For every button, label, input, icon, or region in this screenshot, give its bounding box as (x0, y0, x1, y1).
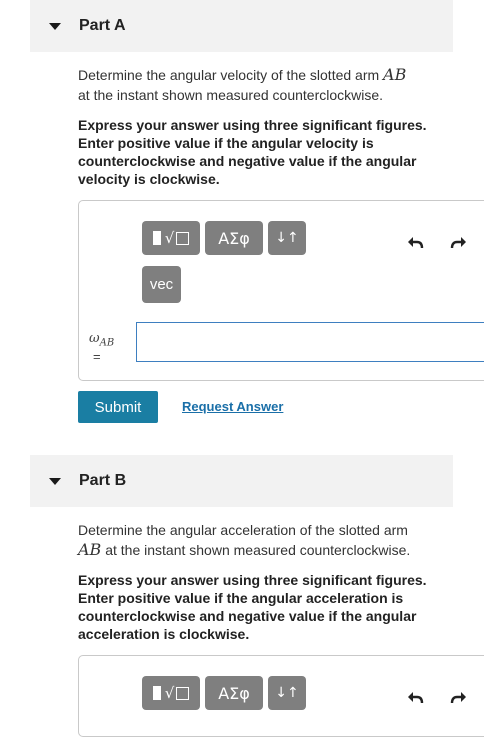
square-icon (152, 686, 161, 700)
redo-icon[interactable] (450, 688, 468, 706)
templates-button[interactable]: √ (142, 676, 200, 710)
radical-icon: √ (164, 229, 175, 247)
arrows-button[interactable]: ↓↑ (268, 676, 306, 710)
redo-icon[interactable] (450, 233, 468, 251)
part-b-header[interactable]: Part B (30, 455, 453, 507)
greek-symbols-button[interactable]: ΑΣφ (205, 221, 263, 255)
greek-symbols-button[interactable]: ΑΣφ (205, 676, 263, 710)
submit-button[interactable]: Submit (78, 391, 158, 423)
part-a-instruction: Express your answer using three signific… (78, 117, 427, 187)
square-icon (152, 231, 161, 245)
box-icon (176, 686, 190, 700)
part-b-answer-box: √ ΑΣφ ↓↑ (78, 655, 484, 737)
part-a-answer-box: √ ΑΣφ ↓↑ vec ωAB = (78, 200, 484, 381)
request-answer-link[interactable]: Request Answer (182, 399, 283, 414)
part-a-title: Part A (79, 17, 126, 34)
part-a-header[interactable]: Part A (30, 0, 453, 52)
arrows-button[interactable]: ↓↑ (268, 221, 306, 255)
caret-down-icon[interactable] (49, 477, 61, 485)
part-b-instruction: Express your answer using three signific… (78, 572, 427, 642)
equals-sign: = (93, 349, 101, 364)
part-b-question: Determine the angular acceleration of th… (78, 522, 411, 559)
box-icon (176, 231, 190, 245)
undo-icon[interactable] (406, 233, 424, 251)
templates-button[interactable]: √ (142, 221, 200, 255)
undo-icon[interactable] (406, 688, 424, 706)
answer-input[interactable] (136, 322, 484, 362)
caret-down-icon[interactable] (49, 22, 61, 30)
part-b-title: Part B (79, 472, 127, 489)
vec-button[interactable]: vec (142, 266, 181, 303)
radical-icon: √ (164, 684, 175, 702)
part-a-question: Determine the angular velocity of the sl… (78, 65, 407, 103)
